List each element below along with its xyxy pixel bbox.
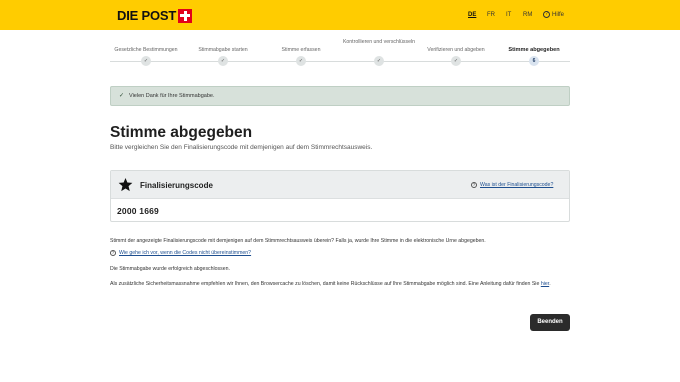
page-title: Stimme abgegeben (110, 124, 253, 141)
alert-text: Vielen Dank für Ihre Stimmabgabe. (129, 93, 215, 99)
language-fr[interactable]: FR (487, 11, 495, 19)
language-de[interactable]: DE (468, 11, 476, 19)
page-subtitle: Bitte vergleichen Sie den Finalisierungs… (110, 144, 373, 151)
help-icon[interactable]: ? (543, 11, 550, 18)
step-6-number: 6 (529, 56, 539, 66)
step-3-check-icon: ✓ (296, 56, 306, 66)
question-icon: ? (110, 250, 116, 256)
step-1-check-icon: ✓ (141, 56, 151, 66)
top-header: DIE POST DE FR IT RM ? Hilfe (0, 0, 680, 30)
finish-button[interactable]: Beenden (530, 314, 570, 331)
step-label-3: Stimme erfassen (281, 47, 321, 53)
language-it[interactable]: IT (506, 11, 511, 19)
code-card-title: Finalisierungscode (140, 181, 213, 190)
instructions-link[interactable]: hier (541, 281, 549, 287)
step-label-6: Stimme abgegeben (508, 47, 560, 53)
finalization-code: 2000 1669 (117, 206, 159, 216)
code-card-header: Finalisierungscode ? Was ist der Finalis… (111, 171, 569, 199)
step-5-check-icon: ✓ (451, 56, 461, 66)
completed-text: Die Stimmabgabe wurde erfolgreich abgesc… (110, 266, 230, 272)
security-note: Als zusätzliche Sicherheitsmassnahme emp… (110, 281, 572, 288)
swiss-cross-icon (178, 8, 193, 23)
check-icon: ✓ (119, 93, 125, 99)
step-4-check-icon: ✓ (374, 56, 384, 66)
security-note-text: Als zusätzliche Sicherheitsmassnahme emp… (110, 281, 540, 287)
stepper-track (110, 61, 570, 62)
logo-text: DIE POST (117, 8, 177, 23)
code-help-link[interactable]: Was ist der Finalisierungscode? (480, 182, 553, 189)
success-alert: ✓ Vielen Dank für Ihre Stimmabgabe. (110, 86, 570, 106)
step-label-5: Verifizieren und abgeben (427, 47, 485, 53)
security-note-end: . (549, 281, 551, 287)
compare-info-text: Stimmt der angezeigte Finalisierungscode… (110, 238, 486, 244)
step-2-check-icon: ✓ (218, 56, 228, 66)
finalization-code-card: Finalisierungscode ? Was ist der Finalis… (110, 170, 570, 222)
language-rm[interactable]: RM (523, 11, 532, 19)
help-link[interactable]: Hilfe (552, 11, 564, 19)
step-label-2: Stimmabgabe starten (198, 47, 248, 53)
star-icon (118, 177, 133, 192)
question-icon: ? (471, 182, 477, 188)
step-label-1: Gesetzliche Bestimmungen (114, 47, 178, 53)
codes-mismatch-link[interactable]: Wie gehe ich vor, wenn die Codes nicht ü… (119, 250, 251, 257)
step-label-4: Kontrollieren und verschlüsseln (342, 39, 416, 45)
post-logo[interactable]: DIE POST (117, 8, 193, 23)
